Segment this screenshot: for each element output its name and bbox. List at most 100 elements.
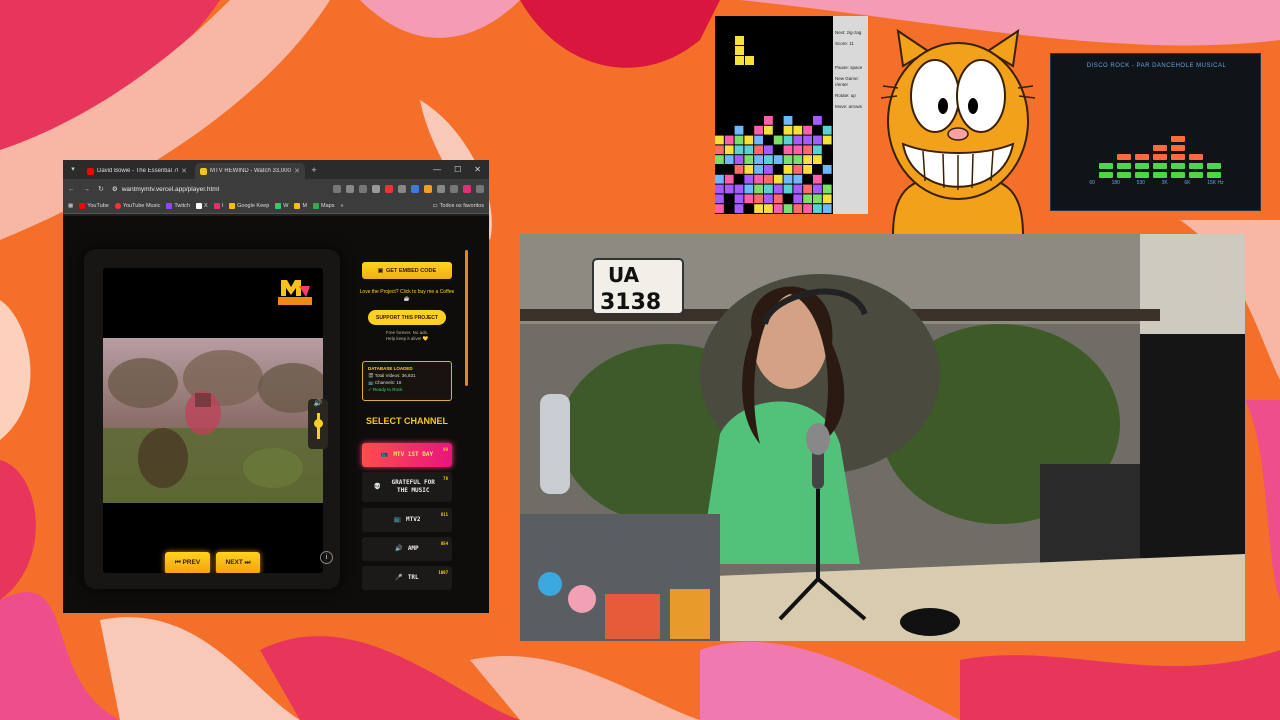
tetris-block <box>813 184 822 194</box>
tetris-block <box>734 155 744 164</box>
back-icon[interactable]: ← <box>68 186 75 193</box>
extension-blue-icon[interactable] <box>411 185 419 193</box>
sidebar-scrollbar[interactable] <box>465 250 468 386</box>
tab-mtv-rewind[interactable]: MTV REWIND - Watch 33,000+ ✕ <box>195 163 305 179</box>
tetris-block <box>754 116 763 125</box>
tetris-block <box>803 165 812 174</box>
tetris-block <box>734 194 744 204</box>
url-field[interactable]: ⚙ wantmymtv.vercel.app/player.html <box>112 185 325 194</box>
tetris-block <box>822 174 832 184</box>
tetris-block <box>783 165 793 174</box>
prev-button[interactable]: ⏮ PREV <box>165 552 210 573</box>
tetris-block <box>715 155 724 164</box>
tetris-block <box>764 194 773 204</box>
extension-gray-icon[interactable] <box>398 185 406 193</box>
tetris-block <box>813 204 822 213</box>
volume-control[interactable]: 🔊 <box>308 399 328 449</box>
close-window-icon[interactable]: ✕ <box>474 165 481 174</box>
tetris-block <box>764 184 773 194</box>
channel-grateful-for-the-music[interactable]: 💀 GRATEFUL FOR THE MUSIC 78 <box>362 472 452 502</box>
bookmark-m[interactable]: M <box>294 203 307 209</box>
minimize-icon[interactable]: — <box>433 165 441 174</box>
tetris-block <box>783 135 793 145</box>
reload-icon[interactable]: ↻ <box>98 185 104 193</box>
tetris-block <box>813 165 822 174</box>
tetris-block <box>793 165 803 174</box>
bookmark-label: Todos os favoritos <box>439 203 484 209</box>
tetris-block <box>773 145 783 155</box>
tetris-block <box>754 145 763 155</box>
sidebar-icon[interactable] <box>450 185 458 193</box>
menu-icon[interactable] <box>476 185 484 193</box>
twitch-icon <box>166 203 173 209</box>
bookmark-x[interactable]: X <box>195 203 208 209</box>
cast-icon[interactable] <box>333 185 341 193</box>
tab-youtube[interactable]: David Bowie - The Essential 70s ✕ <box>82 163 192 179</box>
bookmark-label: YouTube <box>87 203 109 209</box>
tetris-block <box>822 194 832 204</box>
channel-amp[interactable]: 🔊 AMP 854 <box>362 537 452 561</box>
site-info-icon[interactable]: ⚙ <box>112 185 118 193</box>
browser-window: ▾ David Bowie - The Essential 70s ✕ MTV … <box>63 160 489 613</box>
volume-slider-knob[interactable] <box>314 419 323 428</box>
new-tab-icon[interactable]: + <box>308 165 320 175</box>
close-tab-icon[interactable]: ✕ <box>181 167 187 175</box>
tetris-falling-block <box>735 56 744 65</box>
youtube-icon <box>79 203 86 209</box>
tetris-block <box>764 116 773 125</box>
bookmark-maps[interactable]: Maps <box>313 203 335 209</box>
webcam-feed: UA 3138 <box>520 234 1245 641</box>
tetris-control-pause: Pause: space <box>835 65 863 70</box>
tetris-block <box>724 184 734 194</box>
profile-avatar-icon[interactable] <box>463 185 471 193</box>
more-bookmarks-icon[interactable]: » <box>341 203 344 209</box>
channel-mtv2[interactable]: 📺 MTV2 811 <box>362 508 452 532</box>
zoom-icon[interactable] <box>346 185 354 193</box>
support-project-button[interactable]: SUPPORT THIS PROJECT <box>368 310 446 325</box>
tab-search-icon[interactable]: ▾ <box>67 164 79 176</box>
bookmark-youtube-music[interactable]: YouTube Music <box>114 203 160 209</box>
next-button[interactable]: NEXT ⏭ <box>216 552 260 573</box>
m-icon <box>294 203 301 209</box>
equalizer-led <box>1117 163 1131 169</box>
equalizer-led <box>1189 163 1203 169</box>
tetris-block <box>734 174 744 184</box>
all-bookmarks-folder[interactable]: ▭ Todos os favoritos <box>432 203 484 209</box>
get-embed-code-button[interactable]: ▣ GET EMBED CODE <box>362 262 452 279</box>
tetris-block <box>773 184 783 194</box>
bookmark-twitch[interactable]: Twitch <box>166 203 190 209</box>
channel-name: GRATEFUL FOR THE MUSIC <box>391 479 435 494</box>
extension-red-icon[interactable] <box>385 185 393 193</box>
info-button[interactable]: i <box>320 551 333 564</box>
bookmark-google-keep[interactable]: Google Keep <box>229 203 269 209</box>
equalizer-led <box>1171 145 1185 151</box>
instagram-icon <box>213 203 220 209</box>
eye-icon[interactable] <box>359 185 367 193</box>
tetris-falling-block <box>735 36 744 45</box>
tetris-next-piece: Next: zig-zag <box>835 30 862 35</box>
tetris-block <box>744 184 754 194</box>
channel-mtv-1st-day[interactable]: 📺 MTV 1ST DAY 98 <box>362 443 452 467</box>
forward-icon[interactable]: → <box>83 186 90 193</box>
extensions-icon[interactable] <box>437 185 445 193</box>
tetris-block <box>744 135 754 145</box>
tetris-block <box>822 145 832 155</box>
bookmark-w[interactable]: W <box>275 203 288 209</box>
tetris-control-rotate: Rotate: up <box>835 93 856 98</box>
tetris-block <box>793 174 803 184</box>
extension-orange-icon[interactable] <box>424 185 432 193</box>
video-screen[interactable]: ⏮ PREV NEXT ⏭ <box>103 268 323 573</box>
maximize-icon[interactable]: ☐ <box>454 165 461 174</box>
channel-trl[interactable]: 🎤 TRL 1097 <box>362 566 452 590</box>
tetris-block <box>734 145 744 155</box>
tetris-block <box>773 174 783 184</box>
star-icon[interactable] <box>372 185 380 193</box>
bookmark-youtube[interactable]: YouTube <box>79 203 109 209</box>
bookmark-instagram[interactable]: I <box>213 203 223 209</box>
close-tab-icon[interactable]: ✕ <box>294 167 300 175</box>
tetris-block <box>822 184 832 194</box>
tetris-block <box>754 165 763 174</box>
support-label: SUPPORT THIS PROJECT <box>376 314 438 321</box>
whatsapp-icon <box>275 203 282 209</box>
apps-icon[interactable]: ▦ <box>68 203 73 209</box>
